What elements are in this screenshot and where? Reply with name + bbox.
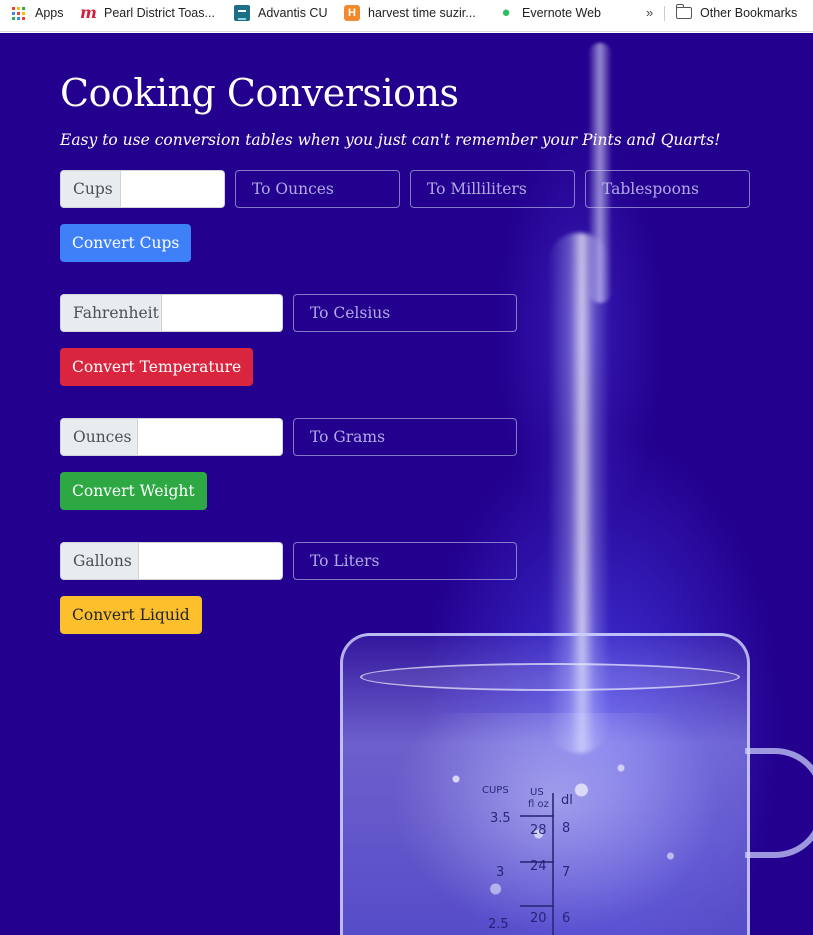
beaker-marking: 8 (562, 821, 571, 836)
bookmark-label: Pearl District Toas... (104, 6, 215, 20)
to-grams-output[interactable]: To Grams (293, 418, 517, 456)
page-background: CUPS US fl oz dl 3.5 28 8 24 7 3 20 6 2.… (0, 33, 813, 935)
other-bookmarks-label: Other Bookmarks (700, 6, 798, 20)
beaker-scale-tick (520, 905, 554, 907)
bookmarks-bar: Apps m Pearl District Toas... Advantis C… (0, 0, 813, 32)
fahrenheit-input-group: Fahrenheit (60, 294, 283, 332)
bookmarks-divider (664, 6, 665, 21)
to-liters-output[interactable]: To Liters (293, 542, 517, 580)
evernote-icon: ● (501, 4, 511, 21)
convert-liquid-button[interactable]: Convert Liquid (60, 596, 202, 634)
beaker-handle (745, 748, 813, 858)
beaker-marking: 28 (530, 823, 547, 838)
gallons-input-group: Gallons (60, 542, 283, 580)
convert-weight-button[interactable]: Convert Weight (60, 472, 207, 510)
bookmark-label: Evernote Web (522, 6, 601, 20)
bookmark-evernote[interactable]: ● Evernote Web (498, 0, 601, 26)
convert-cups-button[interactable]: Convert Cups (60, 224, 192, 262)
gallons-input[interactable] (139, 542, 283, 580)
bookmark-apps[interactable]: Apps (12, 0, 64, 26)
to-celsius-output[interactable]: To Celsius (293, 294, 517, 332)
cups-addon-label: Cups (60, 170, 121, 208)
ounces-input-group: Ounces (60, 418, 283, 456)
fahrenheit-input[interactable] (162, 294, 283, 332)
tablespoons-output[interactable]: Tablespoons (585, 170, 750, 208)
cups-input-group: Cups (60, 170, 225, 208)
advantis-icon (234, 5, 250, 21)
beaker-marking: 20 (530, 911, 547, 926)
beaker-marking: 6 (562, 911, 571, 926)
beaker-marking: 24 (530, 859, 547, 874)
page-title: Cooking Conversions (60, 71, 459, 115)
ounces-addon-label: Ounces (60, 418, 138, 456)
bookmark-label: harvest time suzir... (368, 6, 476, 20)
bookmark-pearl-district[interactable]: m Pearl District Toas... (80, 0, 215, 26)
meetup-icon: m (80, 3, 97, 22)
folder-icon (675, 4, 692, 19)
bookmark-label: Apps (35, 6, 64, 20)
to-milliliters-output[interactable]: To Milliliters (410, 170, 575, 208)
ounces-input[interactable] (138, 418, 283, 456)
beaker-marking: 2.5 (488, 917, 509, 932)
bookmark-advantis[interactable]: Advantis CU (234, 0, 327, 26)
bookmark-label: Advantis CU (258, 6, 328, 20)
water-bubbles (390, 713, 720, 933)
fahrenheit-addon-label: Fahrenheit (60, 294, 162, 332)
other-bookmarks[interactable]: Other Bookmarks (675, 0, 798, 26)
harvest-h-icon: H (344, 5, 360, 21)
beaker-marking: US (530, 787, 544, 798)
page-subtitle: Easy to use conversion tables when you j… (60, 131, 721, 149)
apps-grid-icon (12, 6, 25, 20)
beaker-rim (360, 663, 740, 691)
beaker-marking: dl (561, 793, 573, 808)
beaker-scale-tick (520, 815, 554, 817)
beaker-marking: CUPS (482, 785, 509, 796)
to-ounces-output[interactable]: To Ounces (235, 170, 400, 208)
beaker-marking: 7 (562, 865, 571, 880)
cups-input[interactable] (121, 170, 225, 208)
convert-temperature-button[interactable]: Convert Temperature (60, 348, 254, 386)
gallons-addon-label: Gallons (60, 542, 139, 580)
beaker-marking: 3.5 (490, 811, 511, 826)
beaker-marking: 3 (496, 865, 505, 880)
beaker-marking: fl oz (528, 799, 549, 810)
bookmark-harvest-time[interactable]: H harvest time suzir... (344, 0, 476, 26)
bookmarks-overflow-chevron-icon[interactable]: » (646, 5, 653, 20)
